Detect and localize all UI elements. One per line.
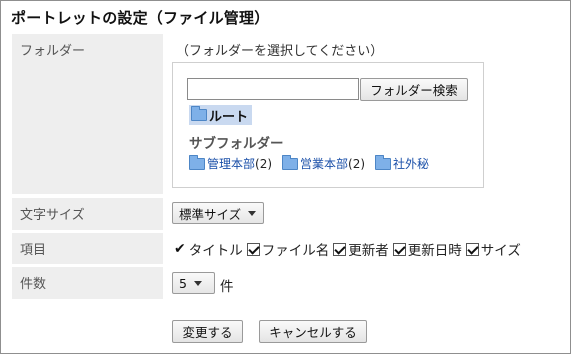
subfolder-heading: サブフォルダー — [189, 136, 284, 152]
page-title: ポートレットの設定（ファイル管理） — [11, 9, 270, 27]
subfolder-link[interactable]: 管理本部 — [207, 155, 255, 172]
subfolder-link[interactable]: 営業本部 — [300, 155, 348, 172]
item-checkbox-updater[interactable]: 更新者 — [329, 239, 389, 259]
change-button[interactable]: 変更する — [172, 320, 243, 343]
item-checkbox-filename[interactable]: ファイル名 — [243, 239, 330, 259]
chevron-down-icon — [193, 280, 202, 286]
checkbox-checked[interactable] — [392, 242, 406, 256]
item-checkbox-label: 更新日時 — [407, 243, 462, 259]
item-checkbox-updated-at[interactable]: 更新日時 — [389, 239, 462, 259]
count-select[interactable]: 5 — [172, 272, 215, 294]
item-checkbox-label: ファイル名 — [261, 243, 330, 259]
checkbox-checked[interactable] — [465, 242, 479, 256]
folder-hint: （フォルダーを選択してください） — [176, 44, 384, 59]
subfolder-count: (2) — [348, 156, 366, 171]
folder-label: フォルダー — [12, 34, 163, 194]
root-folder[interactable]: ルート — [189, 105, 253, 125]
font-size-select[interactable]: 標準サイズ — [172, 202, 264, 224]
chevron-down-icon — [248, 210, 257, 216]
count-value: 5 — [179, 275, 187, 291]
folder-selector: フォルダー検索 ルート サブフォルダー 管理本部 (2) 営業本部 (2) 社外… — [172, 62, 484, 188]
checkbox-checked[interactable] — [246, 242, 260, 256]
cancel-button[interactable]: キャンセルする — [259, 320, 367, 343]
folder-icon — [282, 154, 299, 170]
items-label: 項目 — [12, 233, 163, 264]
item-checkbox-label: サイズ — [480, 243, 521, 259]
root-folder-label: ルート — [209, 109, 249, 125]
folder-icon — [191, 106, 207, 121]
folder-search-input[interactable] — [187, 78, 359, 100]
checkbox-checked[interactable] — [333, 242, 347, 256]
checkmark-icon: ✔ — [174, 241, 186, 257]
subfolder-item[interactable]: 営業本部 (2) — [282, 154, 366, 172]
subfolder-item[interactable]: 社外秘 — [375, 154, 429, 172]
count-label: 件数 — [12, 267, 163, 299]
count-unit: 件 — [220, 279, 234, 295]
portlet-settings-panel: ポートレットの設定（ファイル管理） フォルダー （フォルダーを選択してください）… — [0, 0, 571, 354]
folder-search-button[interactable]: フォルダー検索 — [360, 78, 468, 101]
font-size-label: 文字サイズ — [12, 198, 163, 230]
item-checkbox-size[interactable]: サイズ — [462, 239, 521, 259]
folder-icon — [189, 154, 205, 170]
subfolder-item[interactable]: 管理本部 (2) — [189, 154, 273, 172]
subfolder-count: (2) — [255, 156, 273, 171]
font-size-value: 標準サイズ — [179, 206, 242, 222]
items-options: ✔ タイトル ファイル名 更新者 更新日時 サイズ — [174, 239, 521, 259]
item-checkbox-label: 更新者 — [348, 243, 389, 259]
subfolder-list: 管理本部 (2) 営業本部 (2) 社外秘 — [189, 154, 439, 172]
item-title-fixed: タイトル — [188, 243, 243, 259]
subfolder-link[interactable]: 社外秘 — [393, 155, 429, 172]
folder-icon — [375, 154, 392, 170]
